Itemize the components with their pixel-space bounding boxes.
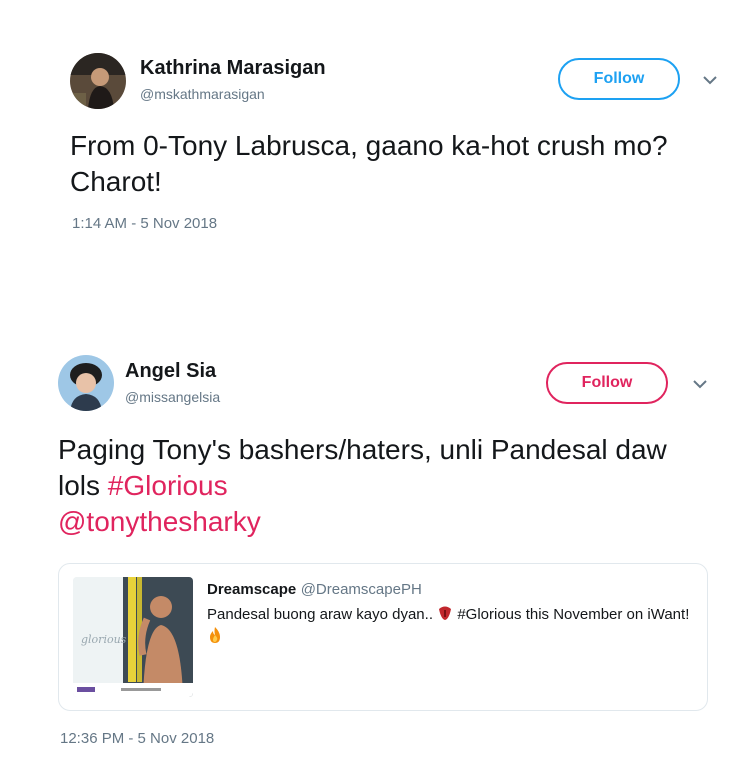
tweet-timestamp[interactable]: 12:36 PM - 5 Nov 2018 [60, 730, 214, 747]
quoted-tweet-header: Dreamscape @DreamscapePH [207, 581, 422, 599]
quoted-tweet-text: Pandesal buong araw kayo dyan.. #Gloriou… [207, 604, 697, 648]
author-handle[interactable]: @missangelsia [125, 389, 220, 405]
glorious-watermark: glorious [81, 633, 127, 646]
avatar-angel[interactable] [58, 355, 114, 411]
tongue-emoji-icon [439, 606, 452, 620]
fire-emoji-icon [210, 627, 220, 643]
chevron-down-icon[interactable] [690, 374, 710, 394]
quoted-text-part-1: Pandesal buong araw kayo dyan.. [207, 606, 438, 623]
follow-button[interactable]: Follow [546, 362, 668, 404]
author-name[interactable]: Angel Sia [125, 360, 216, 383]
mention-link[interactable]: @tonythesharky [58, 506, 261, 537]
quoted-tweet-card[interactable]: glorious Dreamscape @DreamscapePH Pandes… [58, 563, 708, 711]
hashtag-link[interactable]: #Glorious [108, 470, 228, 501]
quoted-author-handle[interactable]: @DreamscapePH [301, 581, 422, 598]
quoted-author-name[interactable]: Dreamscape [207, 581, 296, 598]
tweet-angel: Angel Sia @missangelsia Follow Paging To… [0, 0, 750, 771]
quoted-tweet-image[interactable]: glorious [73, 577, 193, 697]
quoted-text-part-2: #Glorious this November on iWant! [453, 606, 690, 623]
tweet-text: Paging Tony's bashers/haters, unli Pande… [58, 432, 698, 540]
